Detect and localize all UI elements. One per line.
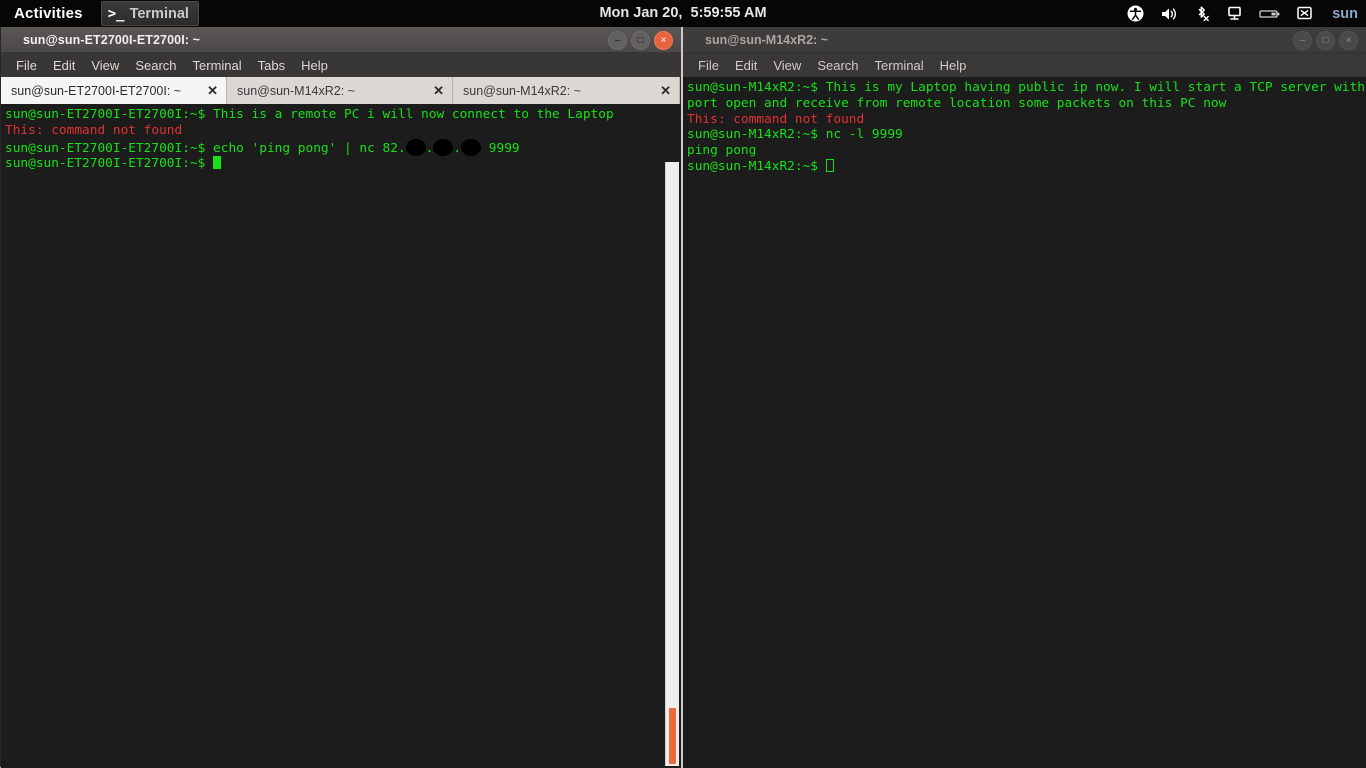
maximize-button[interactable]: □ [631,31,650,50]
prompt: sun@sun-M14xR2:~$ [687,80,818,95]
activities-button[interactable]: Activities [0,0,97,27]
tab-close-icon[interactable]: ✕ [650,83,671,99]
error-text: This: command not found [687,111,865,127]
volume-icon[interactable] [1160,6,1178,22]
redaction-circle-icon [461,138,482,156]
right-window-controls: – □ × [1293,31,1358,50]
right-terminal-output[interactable]: sun@sun-M14xR2:~$ This is my Laptop havi… [683,77,1366,766]
left-window-menubar: File Edit View Search Terminal Tabs Help [1,53,681,77]
tab-label: sun@sun-M14xR2: ~ [463,83,581,98]
command-text: This is a remote PC i will now connect t… [205,107,614,122]
output-text: ping pong [687,143,757,159]
menu-item-help[interactable]: Help [294,57,335,74]
menu-item-search[interactable]: Search [810,57,865,74]
tab-close-icon[interactable]: ✕ [197,83,218,99]
menu-item-file[interactable]: File [691,57,726,74]
app-indicator-label: Terminal [129,5,189,22]
terminal-window-right: sun@sun-M14xR2: ~ – □ × File Edit View S… [683,27,1366,768]
right-window-menubar: File Edit View Search Terminal Help [683,53,1366,77]
minimize-button[interactable]: – [608,31,627,50]
session-icon[interactable] [1297,6,1314,21]
scrollbar-thumb[interactable] [669,708,676,764]
display-icon[interactable] [1226,5,1243,22]
battery-icon[interactable] [1259,8,1281,20]
right-window-titlebar[interactable]: sun@sun-M14xR2: ~ – □ × [683,27,1366,53]
user-name-label[interactable]: sun [1332,6,1358,22]
system-tray: sun [1127,0,1358,27]
menu-item-search[interactable]: Search [128,57,183,74]
left-window-titlebar[interactable]: sun@sun-ET2700I-ET2700I: ~ – □ × [1,27,681,53]
desktop-screen: Activities >_ Terminal Mon Jan 20, 5:59:… [0,0,1366,768]
tab-close-icon[interactable]: ✕ [423,83,444,99]
close-button[interactable]: × [1339,31,1358,50]
redaction-circle-icon [405,138,426,156]
gnome-top-bar: Activities >_ Terminal Mon Jan 20, 5:59:… [0,0,1366,27]
prompt: sun@sun-ET2700I-ET2700I:~$ [5,156,214,172]
left-window-title: sun@sun-ET2700I-ET2700I: ~ [23,32,201,47]
terminal-tab-bar: sun@sun-ET2700I-ET2700I: ~ ✕ sun@sun-M14… [1,77,681,104]
redaction-circle-icon [433,138,454,156]
menu-item-file[interactable]: File [9,57,44,74]
menu-item-edit[interactable]: Edit [728,57,764,74]
left-terminal-scrollbar[interactable] [665,162,679,766]
menu-item-tabs[interactable]: Tabs [251,57,292,74]
command-text: echo 'ping pong' | nc 82. [205,140,406,156]
terminal-cursor [825,158,834,172]
terminal-prompt-icon: >_ [107,5,125,22]
prompt: sun@sun-ET2700I-ET2700I:~$ [5,140,206,156]
tab-label: sun@sun-M14xR2: ~ [237,83,355,98]
terminal-window-left: sun@sun-ET2700I-ET2700I: ~ – □ × File Ed… [0,27,683,768]
accessibility-icon[interactable] [1127,5,1144,22]
prompt: sun@sun-M14xR2:~$ [687,158,826,174]
minimize-button[interactable]: – [1293,31,1312,50]
port-text: 9999 [481,140,520,156]
error-text: This: command not found [5,122,183,138]
menu-item-help[interactable]: Help [933,57,974,74]
app-indicator-terminal[interactable]: >_ Terminal [100,1,199,26]
menu-item-view[interactable]: View [84,57,126,74]
terminal-tab-2[interactable]: sun@sun-M14xR2: ~ ✕ [453,77,680,104]
terminal-tab-1[interactable]: sun@sun-M14xR2: ~ ✕ [227,77,453,104]
menu-item-view[interactable]: View [766,57,808,74]
ip-separator: . [425,140,434,156]
prompt: sun@sun-ET2700I-ET2700I:~$ [5,107,206,122]
terminal-cursor [213,156,222,170]
menu-item-terminal[interactable]: Terminal [868,57,931,74]
command-text: nc -l 9999 [817,127,903,143]
left-window-controls: – □ × [608,31,673,50]
close-button[interactable]: × [654,31,673,50]
bluetooth-disabled-icon[interactable] [1194,5,1210,22]
terminal-tab-0[interactable]: sun@sun-ET2700I-ET2700I: ~ ✕ [1,77,227,104]
left-terminal-output[interactable]: sun@sun-ET2700I-ET2700I:~$ This is a rem… [1,104,681,768]
menu-item-terminal[interactable]: Terminal [186,57,249,74]
tab-label: sun@sun-ET2700I-ET2700I: ~ [11,83,182,98]
maximize-button[interactable]: □ [1316,31,1335,50]
ip-separator: . [453,140,462,156]
menu-item-edit[interactable]: Edit [46,57,82,74]
prompt: sun@sun-M14xR2:~$ [687,127,818,143]
right-window-title: sun@sun-M14xR2: ~ [705,32,828,47]
